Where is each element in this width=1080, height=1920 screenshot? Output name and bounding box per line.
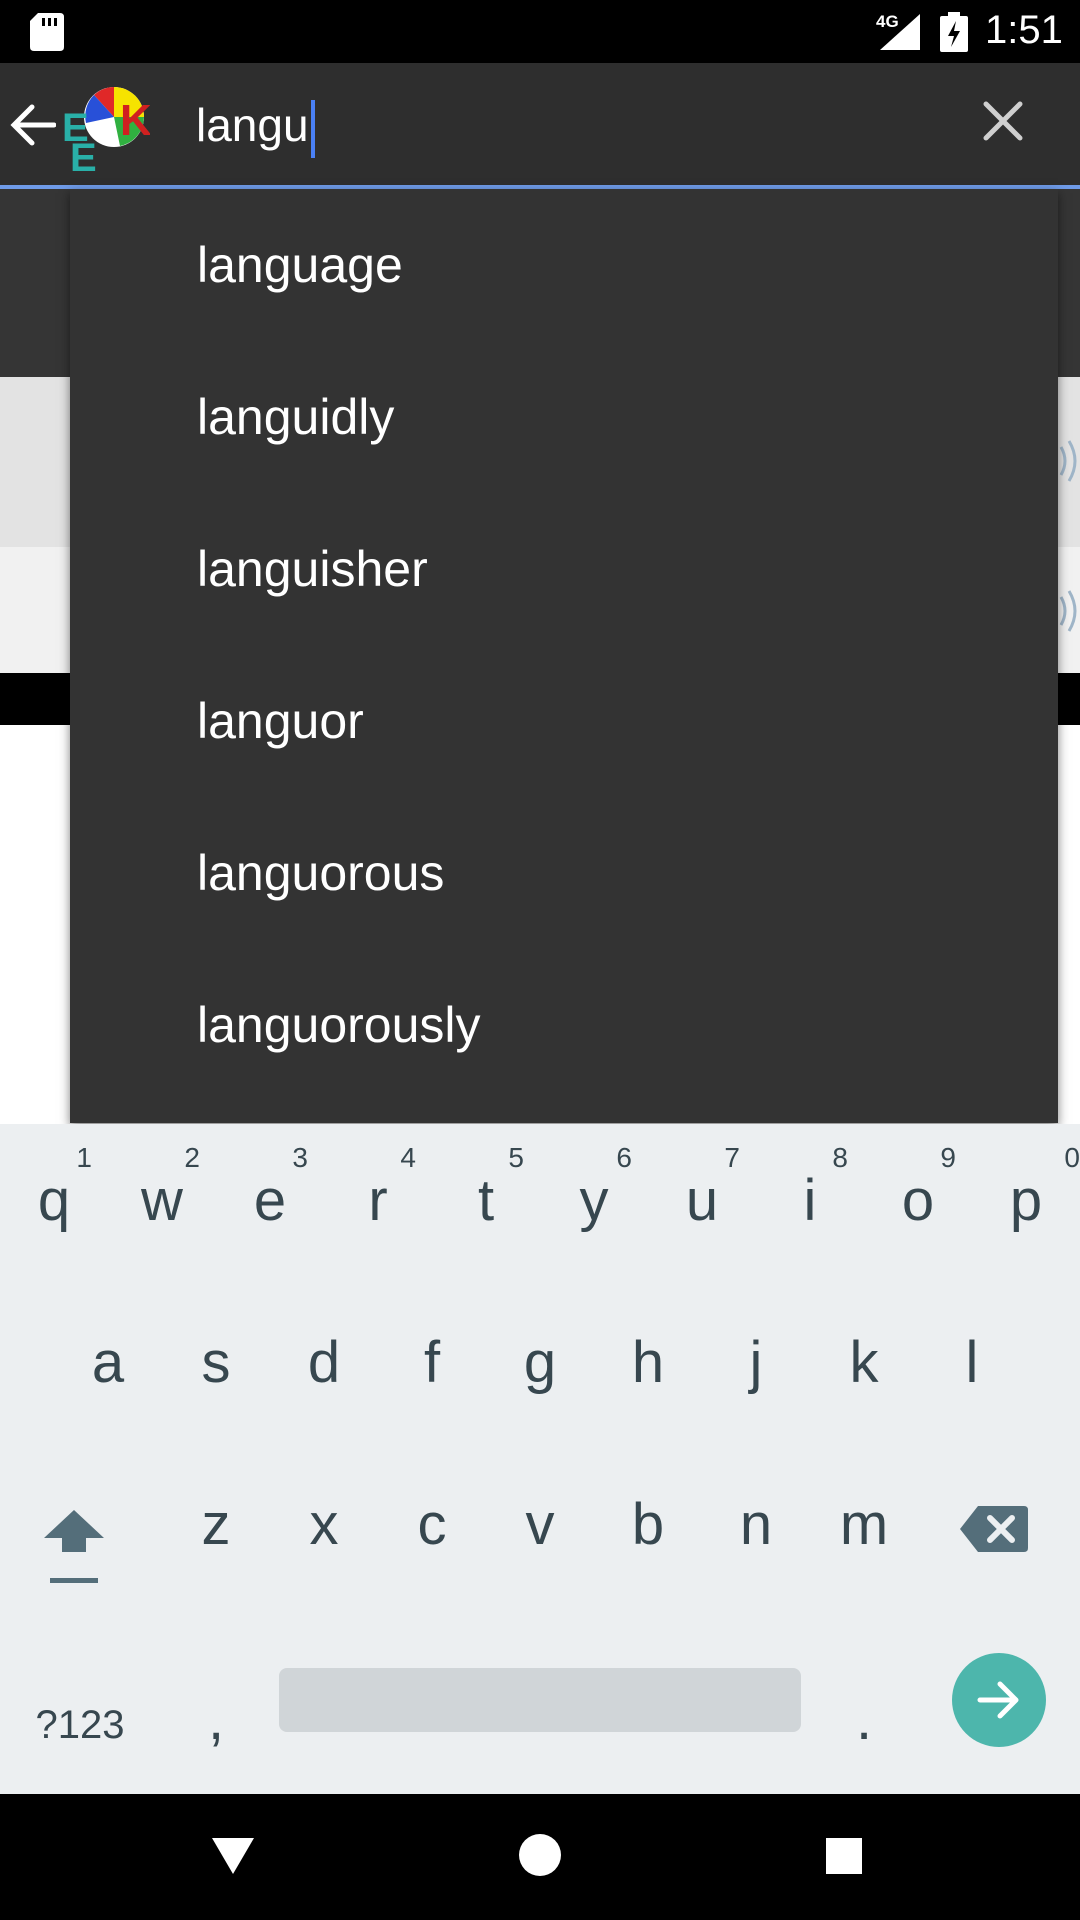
key-i[interactable]: 8i xyxy=(756,1124,864,1254)
comma-key[interactable]: , xyxy=(168,1670,264,1780)
key-d[interactable]: d xyxy=(270,1286,378,1416)
key-label: a xyxy=(91,1330,125,1395)
key-label: h xyxy=(631,1330,665,1395)
key-z[interactable]: z xyxy=(162,1448,270,1578)
key-label: e xyxy=(253,1168,287,1233)
navigation-bar xyxy=(0,1794,1080,1920)
battery-charging-icon xyxy=(940,12,968,52)
key-label: u xyxy=(685,1168,719,1233)
suggestions-dropdown: language languidly languisher languor la… xyxy=(70,189,1058,1123)
key-g[interactable]: g xyxy=(486,1286,594,1416)
key-label: j xyxy=(749,1330,763,1395)
status-bar: 4G 1:51 xyxy=(0,0,1080,63)
key-label: i xyxy=(803,1168,817,1233)
shift-arrow-icon xyxy=(44,1510,104,1583)
backspace-key[interactable] xyxy=(960,1504,1070,1574)
suggestion-item[interactable]: languor xyxy=(70,645,1058,797)
period-key[interactable]: . xyxy=(816,1670,912,1780)
key-x[interactable]: x xyxy=(270,1448,378,1578)
key-label: m xyxy=(839,1492,889,1557)
key-w[interactable]: 2w xyxy=(108,1124,216,1254)
key-m[interactable]: m xyxy=(810,1448,918,1578)
key-l[interactable]: l xyxy=(918,1286,1026,1416)
arrow-right-icon xyxy=(977,1681,1019,1719)
key-s[interactable]: s xyxy=(162,1286,270,1416)
suggestion-item[interactable]: languisher xyxy=(70,493,1058,645)
clear-search-icon[interactable] xyxy=(982,100,1024,142)
symbols-key[interactable]: ?123 xyxy=(20,1670,140,1780)
text-cursor xyxy=(310,99,315,158)
key-label: y xyxy=(579,1168,609,1233)
svg-text:E: E xyxy=(70,136,97,173)
nav-home-icon[interactable] xyxy=(517,1832,563,1878)
key-c[interactable]: c xyxy=(378,1448,486,1578)
key-label: z xyxy=(201,1492,231,1557)
shift-key[interactable] xyxy=(30,1494,130,1604)
key-q[interactable]: 1q xyxy=(0,1124,108,1254)
key-b[interactable]: b xyxy=(594,1448,702,1578)
key-label: t xyxy=(477,1168,495,1233)
key-label: s xyxy=(201,1330,231,1395)
key-label: d xyxy=(307,1330,341,1395)
clock: 1:51 xyxy=(985,8,1063,52)
search-input[interactable]: langu xyxy=(196,95,916,158)
key-label: g xyxy=(523,1330,557,1395)
key-label: f xyxy=(423,1330,441,1395)
app-logo: K E E xyxy=(62,87,150,173)
speaker-icon[interactable] xyxy=(1055,439,1080,483)
nav-recents-icon[interactable] xyxy=(824,1836,864,1876)
key-u[interactable]: 7u xyxy=(648,1124,756,1254)
key-f[interactable]: f xyxy=(378,1286,486,1416)
key-label: k xyxy=(849,1330,879,1395)
space-bar[interactable] xyxy=(279,1668,801,1732)
key-y[interactable]: 6y xyxy=(540,1124,648,1254)
key-label: o xyxy=(901,1168,935,1233)
key-p[interactable]: 0p xyxy=(972,1124,1080,1254)
backspace-icon xyxy=(960,1506,1028,1552)
key-h[interactable]: h xyxy=(594,1286,702,1416)
enter-key[interactable] xyxy=(952,1653,1046,1747)
key-label: w xyxy=(141,1168,183,1233)
key-e[interactable]: 3e xyxy=(216,1124,324,1254)
speaker-icon[interactable] xyxy=(1055,589,1080,633)
key-k[interactable]: k xyxy=(810,1286,918,1416)
sd-card-icon xyxy=(30,13,64,51)
signal-icon xyxy=(880,14,920,50)
key-label: q xyxy=(37,1168,71,1233)
key-v[interactable]: v xyxy=(486,1448,594,1578)
key-r[interactable]: 4r xyxy=(324,1124,432,1254)
back-arrow-icon[interactable] xyxy=(10,103,56,147)
key-label: n xyxy=(739,1492,773,1557)
key-label: p xyxy=(1009,1168,1043,1233)
search-query-text: langu xyxy=(196,99,309,151)
key-label: b xyxy=(631,1492,665,1557)
key-label: r xyxy=(368,1168,388,1233)
suggestion-item[interactable]: languidly xyxy=(70,341,1058,493)
suggestion-item[interactable]: languorously xyxy=(70,949,1058,1101)
key-j[interactable]: j xyxy=(702,1286,810,1416)
search-toolbar: K E E langu xyxy=(0,63,1080,189)
key-label: v xyxy=(525,1492,555,1557)
key-label: x xyxy=(309,1492,339,1557)
key-t[interactable]: 5t xyxy=(432,1124,540,1254)
key-label: l xyxy=(965,1330,979,1395)
suggestion-item[interactable]: languorous xyxy=(70,797,1058,949)
key-a[interactable]: a xyxy=(54,1286,162,1416)
suggestion-item[interactable]: language xyxy=(70,189,1058,341)
soft-keyboard: 1q 2w 3e 4r 5t 6y 7u 8i 9o 0p a s d f g … xyxy=(0,1124,1080,1794)
key-n[interactable]: n xyxy=(702,1448,810,1578)
key-o[interactable]: 9o xyxy=(864,1124,972,1254)
key-label: c xyxy=(417,1492,447,1557)
nav-back-icon[interactable] xyxy=(210,1836,256,1876)
svg-text:K: K xyxy=(120,96,150,145)
